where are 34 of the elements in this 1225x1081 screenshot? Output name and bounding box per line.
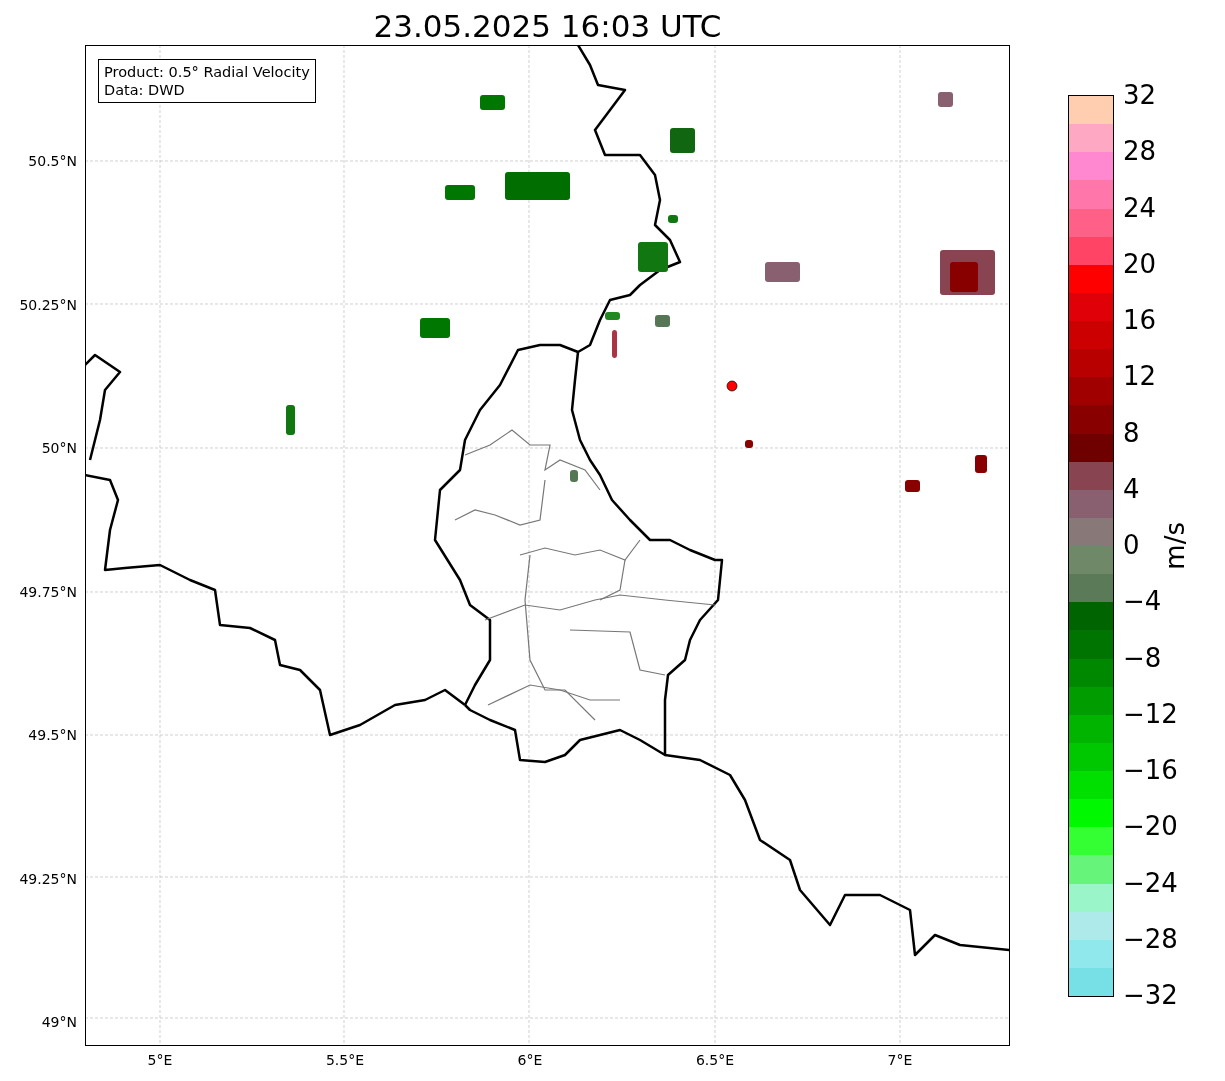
info-text: Data: DWD: [104, 81, 186, 99]
colorbar-tick-label: −32: [1122, 980, 1178, 1010]
colorbar-tick-label: 12: [1122, 361, 1157, 392]
longitude-label: 6°E: [517, 1052, 543, 1068]
longitude-label: 6.5°E: [695, 1052, 735, 1068]
colorbar-tick-label: 8: [1122, 417, 1140, 448]
colorbar-tick-label: −20: [1122, 811, 1178, 842]
colorbar-tick-label: −12: [1122, 698, 1178, 729]
info-text: Product: 0.5° Radial Velocity: [104, 63, 310, 81]
plot-title: 23.05.2025 16:03 UTC: [373, 7, 722, 45]
colorbar-tick-label: −28: [1122, 923, 1178, 954]
latitude-label: 49°N: [41, 1014, 77, 1030]
colorbar-tick-label: −16: [1122, 755, 1178, 785]
longitude-label: 7°E: [887, 1052, 913, 1068]
latitude-label: 50.25°N: [19, 296, 77, 313]
colorbar-tick-label: 16: [1122, 305, 1157, 335]
latitude-label: 50°N: [41, 440, 77, 456]
latitude-label: 49.25°N: [19, 870, 77, 887]
latitude-label: 49.5°N: [28, 727, 77, 743]
longitude-label: 5°E: [147, 1052, 173, 1068]
colorbar-tick-label: 28: [1122, 136, 1157, 167]
colorbar-tick-label: 20: [1122, 248, 1157, 279]
radar-site-marker: [726, 380, 738, 392]
latitude-label: 49.75°N: [19, 583, 77, 600]
colorbar-unit-label: m/s: [1160, 522, 1190, 570]
latitude-label: 50.5°N: [28, 153, 77, 169]
colorbar-tick-label: 4: [1122, 473, 1140, 504]
colorbar-tick-label: −8: [1122, 642, 1162, 673]
colorbar-tick-label: 0: [1122, 530, 1140, 560]
colorbar-tick-label: −4: [1122, 586, 1162, 617]
colorbar-tick-label: −24: [1122, 867, 1178, 898]
colorbar-tick-label: 24: [1122, 192, 1157, 223]
longitude-label: 5.5°E: [325, 1052, 365, 1068]
colorbar-tick-label: 32: [1122, 80, 1157, 110]
